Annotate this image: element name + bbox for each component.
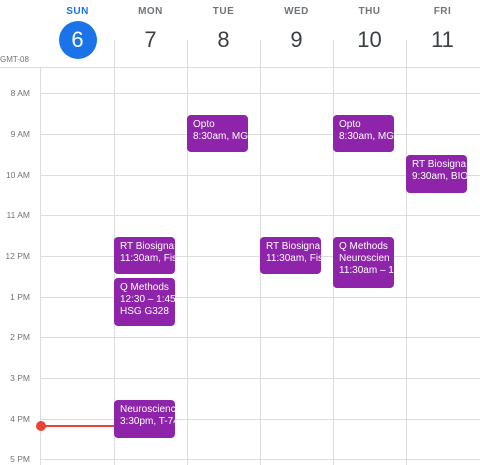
event-rt-biosignals-fri[interactable]: RT Biosigna 9:30am, BIO <box>406 155 467 193</box>
day-number[interactable]: 8 <box>187 24 260 56</box>
divider <box>333 40 334 68</box>
day-column-divider <box>406 68 407 465</box>
day-name: MON <box>138 6 163 17</box>
week-header: SUN 6 MON 7 TUE 8 WED 9 THU 10 FRI 11 GM… <box>0 0 480 68</box>
event-title: RT Biosigna <box>266 241 321 252</box>
event-location: HSG G328 <box>120 306 169 317</box>
hour-label: 9 AM <box>10 129 30 139</box>
divider <box>260 40 261 68</box>
event-rt-biosignals-mon[interactable]: RT Biosigna 11:30am, Fis <box>114 237 175 274</box>
hour-label: 10 AM <box>5 170 30 180</box>
day-name: TUE <box>212 6 235 17</box>
hour-label: 11 AM <box>6 210 30 220</box>
hour-label: 3 PM <box>10 373 30 383</box>
time-grid[interactable]: 8 AM 9 AM 10 AM 11 AM 12 PM 1 PM 2 PM 3 … <box>0 68 480 465</box>
event-opto-thu[interactable]: Opto 8:30am, MG <box>333 115 394 152</box>
event-time: 8:30am, MG <box>339 131 394 142</box>
day-number[interactable]: 6 <box>41 21 114 59</box>
day-name: WED <box>284 6 309 17</box>
event-neuroscience-mon[interactable]: Neuroscienc 3:30pm, T-74 <box>114 400 175 438</box>
day-number[interactable]: 10 <box>333 24 406 56</box>
day-name: FRI <box>433 6 452 17</box>
day-name: THU <box>358 6 381 17</box>
event-rt-biosignals-wed[interactable]: RT Biosigna 11:30am, Fis <box>260 237 321 274</box>
day-number[interactable]: 11 <box>406 24 479 56</box>
event-title: Q Methods <box>339 241 388 252</box>
hour-label: 5 PM <box>10 454 30 464</box>
event-opto-tue[interactable]: Opto 8:30am, MG <box>187 115 248 152</box>
event-q-methods-thu[interactable]: Q Methods Neuroscien 11:30am – 1 <box>333 237 394 288</box>
day-number[interactable]: 7 <box>114 24 187 56</box>
event-title: Q Methods <box>120 282 169 293</box>
event-time: 8:30am, MG <box>193 131 248 142</box>
day-number[interactable]: 9 <box>260 24 333 56</box>
event-time: 3:30pm, T-74 <box>120 416 175 427</box>
hour-label: 4 PM <box>10 414 30 424</box>
divider <box>187 40 188 68</box>
current-time-line <box>41 425 114 427</box>
divider <box>114 40 115 68</box>
day-column-divider <box>40 68 41 465</box>
event-title: RT Biosigna <box>412 159 467 170</box>
event-title: Opto <box>193 119 215 130</box>
hour-label: 8 AM <box>10 88 30 98</box>
current-time-dot <box>36 421 46 431</box>
event-time: 9:30am, BIO <box>412 171 467 182</box>
day-name: SUN <box>66 6 89 17</box>
divider <box>406 40 407 68</box>
event-title: Opto <box>339 119 361 130</box>
hour-label: 12 PM <box>5 251 30 261</box>
hour-label: 2 PM <box>10 332 30 342</box>
event-title: Neuroscienc <box>120 404 175 415</box>
event-time: 12:30 – 1:45 <box>120 294 175 305</box>
event-subtitle: Neuroscien <box>339 253 390 264</box>
timezone-label: GMT-08 <box>0 55 29 64</box>
event-title: RT Biosigna <box>120 241 175 252</box>
event-q-methods-mon[interactable]: Q Methods 12:30 – 1:45 HSG G328 <box>114 278 175 326</box>
event-time: 11:30am, Fis <box>266 253 321 264</box>
event-time: 11:30am, Fis <box>120 253 175 264</box>
event-time: 11:30am – 1 <box>339 265 394 276</box>
hour-label: 1 PM <box>10 292 30 302</box>
